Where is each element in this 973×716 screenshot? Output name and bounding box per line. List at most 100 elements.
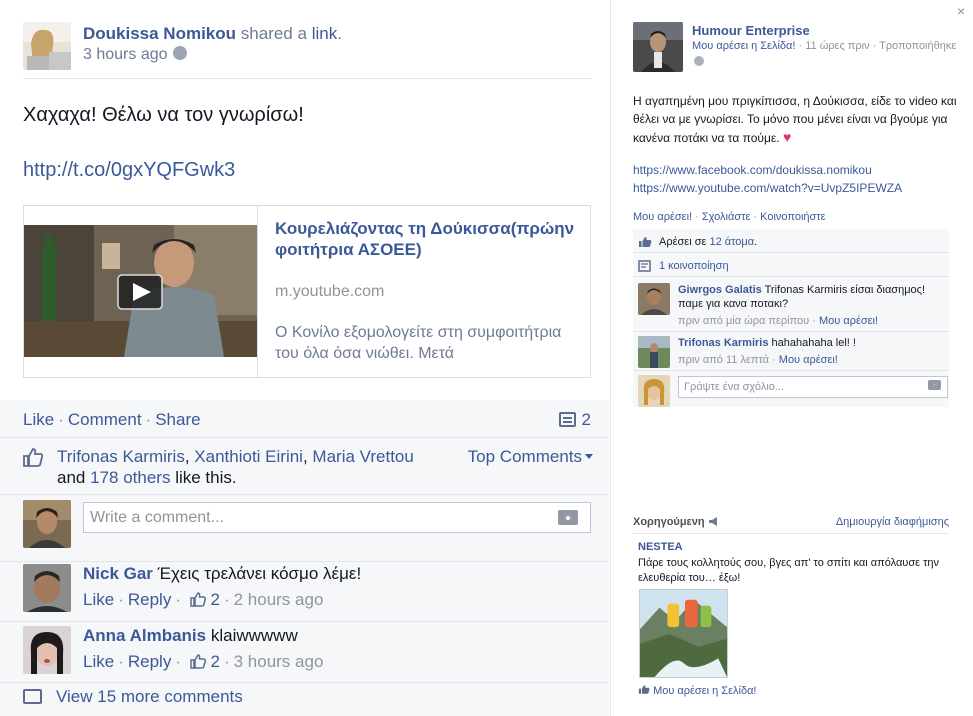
post-actions: Like · Comment · Share (23, 410, 201, 430)
like-button[interactable]: Like (23, 410, 54, 429)
comment-like-link[interactable]: Μου αρέσει! (779, 354, 838, 366)
ad-brand-link[interactable]: NESTEA (638, 541, 683, 553)
shares-link[interactable]: 1 κοινοποίηση (659, 260, 729, 272)
side-comment-input[interactable]: Γράψτε ένα σχόλιο... (678, 376, 948, 398)
ad-text[interactable]: Πάρε τους κολλητούς σου, βγες απ' το σπί… (638, 556, 948, 586)
comment-time[interactable]: πριν από 11 λεπτά (678, 354, 769, 366)
post-text: Χαχαχα! Θέλω να τον γνωρίσω! (23, 104, 304, 126)
commenter-avatar[interactable] (23, 626, 71, 674)
page-name-link[interactable]: Humour Enterprise (692, 23, 810, 38)
caret-down-icon (585, 454, 593, 459)
share-button[interactable]: Share (155, 410, 200, 429)
heart-icon: ♥ (782, 129, 792, 145)
comment-reply-link[interactable]: Reply (128, 590, 171, 609)
ad-image[interactable] (639, 589, 728, 678)
comment-like-link[interactable]: Μου αρέσει! (819, 315, 878, 327)
view-more-link[interactable]: View 15 more comments (56, 687, 243, 706)
divider (0, 494, 609, 495)
edited-label[interactable]: Τροποποιήθηκε (879, 40, 956, 52)
commenter-name[interactable]: Giwrgos Galatis (678, 284, 762, 296)
side-comment-item: Trifonas Karmiris hahahahaha lel! ! πριν… (633, 336, 949, 372)
comment-input[interactable]: Write a comment... (83, 502, 591, 533)
camera-icon[interactable] (928, 380, 941, 390)
commenter-name[interactable]: Anna Almbanis (83, 626, 206, 645)
comment-text: hahahahaha lel! ! (771, 337, 856, 349)
comment-like-count[interactable]: 2 (210, 652, 219, 671)
like-thumb-icon (639, 237, 652, 247)
commenter-name[interactable]: Trifonas Karmiris (678, 337, 768, 349)
author-avatar[interactable] (23, 22, 71, 70)
period: . (337, 24, 342, 43)
ad-page-like[interactable]: Μου αρέσει η Σελίδα! (638, 684, 757, 697)
author-name-link[interactable]: Doukissa Nomikou (83, 24, 236, 43)
divider (633, 252, 949, 253)
view-more-comments[interactable]: View 15 more comments (23, 687, 243, 707)
liker-link[interactable]: Maria Vrettou (312, 447, 413, 466)
comment-placeholder: Γράψτε ένα σχόλιο... (684, 381, 785, 393)
link-preview-card[interactable]: Κουρελιάζοντας τη Δούκισσα(πρώην φοιτήτρ… (23, 205, 591, 378)
comment-like-link[interactable]: Like (83, 590, 114, 609)
post-url[interactable]: http://t.co/0gxYQFGwk3 (23, 159, 235, 182)
create-ad-link[interactable]: Δημιουργία διαφήμισης (836, 516, 949, 528)
current-user-avatar (23, 500, 71, 548)
commenter-avatar[interactable] (23, 564, 71, 612)
page-avatar[interactable] (633, 22, 683, 72)
sponsored-label: Χορηγούμενη (633, 516, 705, 528)
comment-reply-link[interactable]: Reply (128, 652, 171, 671)
comment-placeholder: Write a comment... (90, 509, 224, 526)
comment-count-value: 2 (581, 410, 591, 429)
commenter-avatar[interactable] (638, 283, 670, 315)
commenter-name[interactable]: Nick Gar (83, 564, 153, 583)
camera-icon[interactable] (558, 510, 578, 525)
main-post-panel: Doukissa Nomikou shared a link. 3 hours … (0, 0, 610, 716)
liker-link[interactable]: Trifonas Karmiris (57, 447, 185, 466)
divider (0, 437, 609, 438)
page-post-text: Η αγαπημένη μου πριγκίπισσα, η Δούκισσα,… (633, 94, 957, 145)
feedback-section: Like · Comment · Share 2 Trifonas Karmiris, … (0, 400, 609, 716)
comment-text: Έχεις τρελάνει κόσμο λέμε! (157, 564, 362, 583)
link-title[interactable]: Κουρελιάζοντας τη Δούκισσα(πρώην φοιτήτρ… (275, 218, 575, 260)
side-feedback-section: Αρέσει σε 12 άτομα. 1 κοινοποίηση Giwrgo… (633, 229, 949, 407)
share-icon (638, 260, 651, 272)
divider (633, 331, 949, 332)
ad-like-label[interactable]: Μου αρέσει η Σελίδα! (653, 685, 756, 697)
page-like-link[interactable]: Μου αρέσει η Σελίδα! (692, 40, 795, 52)
comment-like-count[interactable]: 2 (210, 590, 219, 609)
comment-count[interactable]: 2 (558, 410, 591, 430)
share-button[interactable]: Κοινοποιήστε (760, 211, 825, 223)
comment-time[interactable]: 2 hours ago (234, 590, 324, 609)
likes-count-link[interactable]: 12 άτομα (709, 236, 754, 248)
shared-link[interactable]: link (312, 24, 338, 43)
facebook-url-link[interactable]: https://www.facebook.com/doukissa.nomiko… (633, 163, 872, 177)
liker-link[interactable]: Xanthioti Eirini (194, 447, 303, 466)
divider (0, 682, 609, 683)
comment-like-link[interactable]: Like (83, 652, 114, 671)
separator-dot: · (223, 590, 230, 609)
comment-icon (558, 412, 576, 427)
divider (23, 78, 591, 79)
divider (0, 621, 609, 622)
top-comments-dropdown[interactable]: Top Comments (468, 446, 593, 467)
divider (0, 561, 609, 562)
comment-button[interactable]: Σχολιάστε (702, 211, 751, 223)
link-domain: m.youtube.com (275, 283, 385, 300)
comment-button[interactable]: Comment (68, 410, 142, 429)
youtube-url-link[interactable]: https://www.youtube.com/watch?v=UvpZ5IPE… (633, 181, 902, 195)
side-panel: × Humour Enterprise Μου αρέσει η Σελίδα!… (610, 0, 973, 716)
comment-time[interactable]: πριν από μία ώρα περίπου (678, 315, 809, 327)
separator-dot: · (118, 590, 124, 609)
divider (633, 370, 949, 371)
likes-prefix: Αρέσει σε (659, 236, 707, 248)
commenter-avatar[interactable] (638, 336, 670, 368)
link-description: Ο Κονίλο εξομολογείτε στη συμφοιτήτρια τ… (275, 324, 562, 362)
like-thumb-icon (189, 654, 206, 669)
comment-time[interactable]: 3 hours ago (234, 652, 324, 671)
separator-dot: · (118, 652, 124, 671)
video-thumbnail[interactable] (24, 225, 258, 357)
comments-bubble-icon (23, 689, 42, 704)
close-icon[interactable]: × (957, 3, 965, 19)
post-time[interactable]: 11 ώρες πριν (805, 40, 869, 52)
like-button[interactable]: Μου αρέσει! (633, 211, 692, 223)
post-time[interactable]: 3 hours ago (83, 46, 168, 63)
others-link[interactable]: 178 others (90, 468, 170, 487)
